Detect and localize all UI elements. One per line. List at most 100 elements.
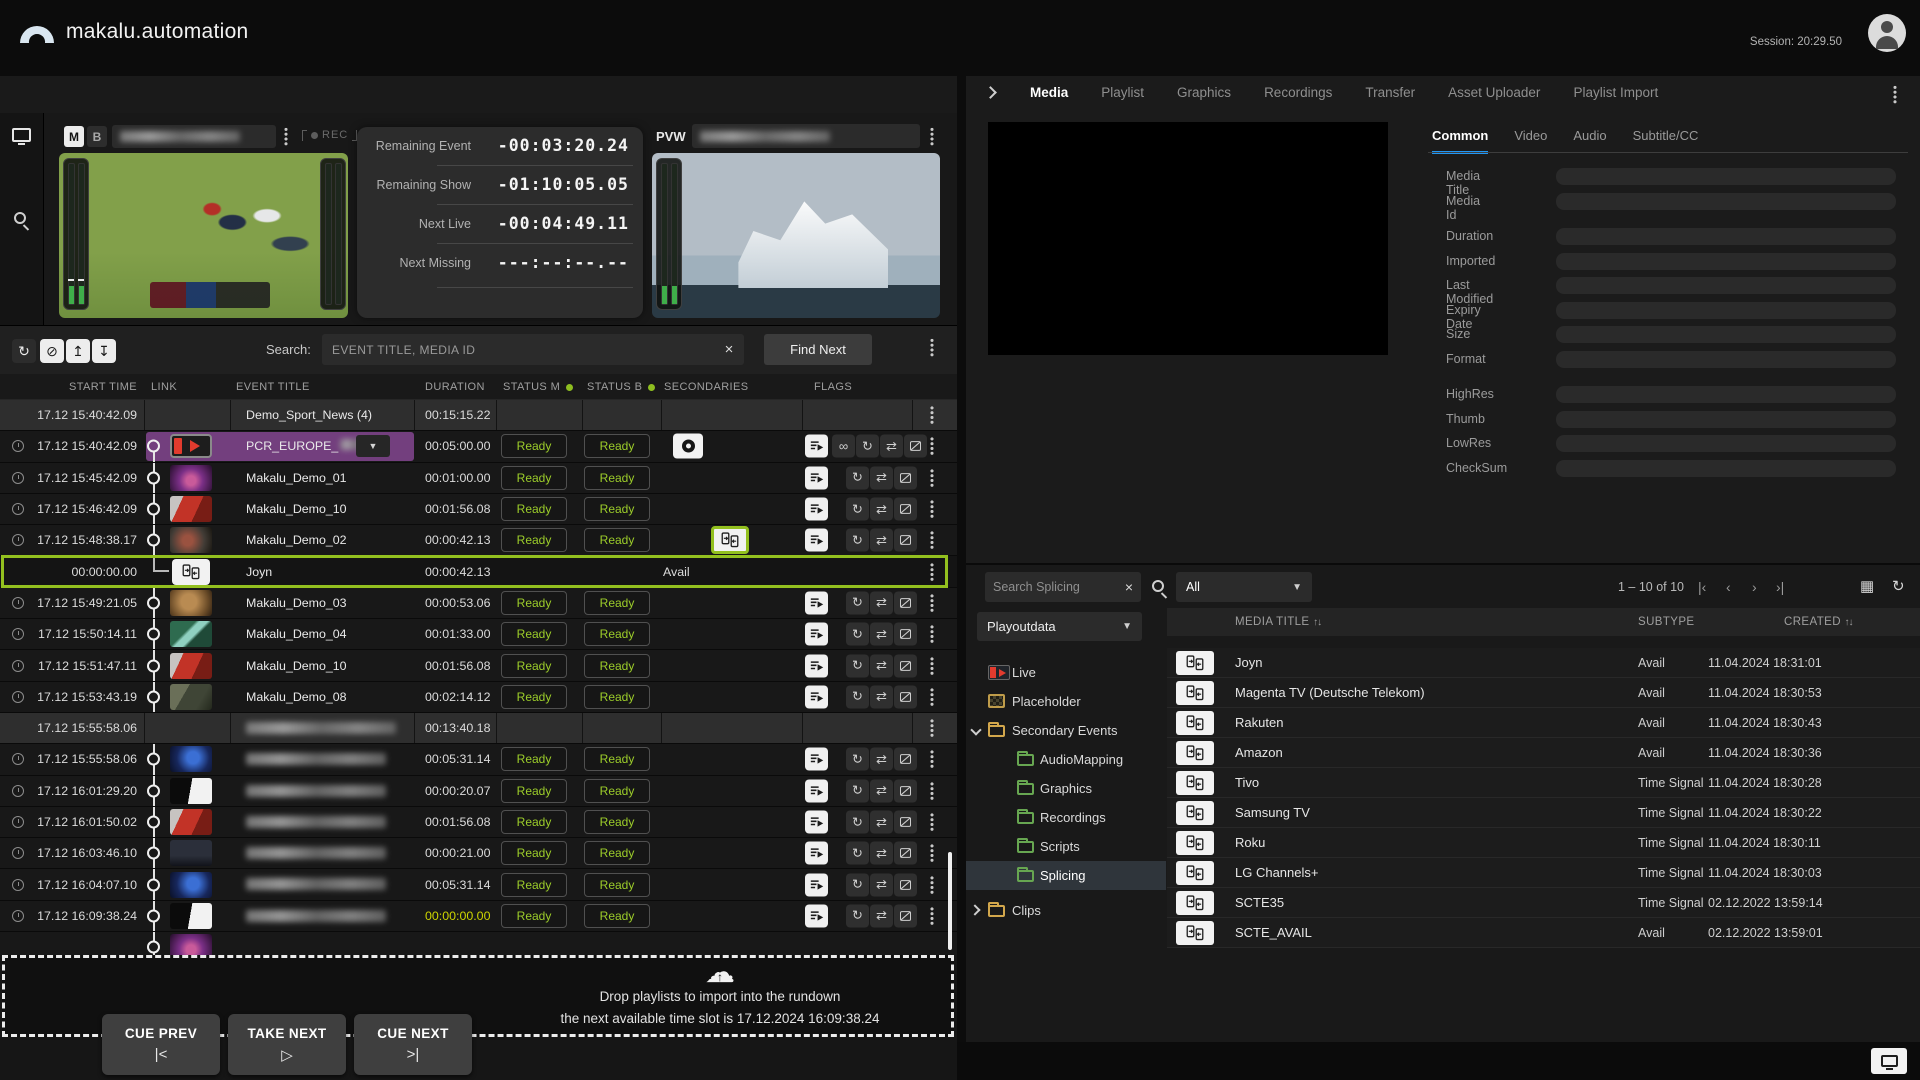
field-input-size[interactable]	[1556, 326, 1896, 343]
tree-item-splicing[interactable]: Splicing	[966, 861, 1166, 890]
tab-media[interactable]: Media	[1030, 85, 1068, 100]
search-view-icon[interactable]	[14, 212, 26, 224]
cue-prev-button[interactable]: CUE PREV |<	[102, 1014, 220, 1075]
playlist-flag-icon[interactable]	[805, 904, 828, 928]
chevron-down-icon[interactable]	[970, 724, 982, 736]
row-menu[interactable]	[930, 656, 934, 676]
media-row[interactable]: Amazon Avail 11.04.2024 18:30:36	[1167, 738, 1920, 768]
rundown-row[interactable]: 17.12 16:01:50.02 00:01:56.08 Ready Ready ↻ ⇄	[0, 806, 957, 839]
row-menu[interactable]	[930, 530, 934, 550]
loop-flag-icon[interactable]: ↻	[846, 591, 869, 615]
monitor-view-icon[interactable]	[12, 128, 31, 145]
tab-asset-uploader[interactable]: Asset Uploader	[1448, 85, 1540, 100]
clear-splicing-search-icon[interactable]: ×	[1117, 579, 1141, 595]
tab-playlist[interactable]: Playlist	[1101, 85, 1144, 100]
row-menu[interactable]	[930, 749, 934, 769]
row-menu[interactable]	[930, 718, 934, 738]
program-title-dropdown-redacted[interactable]	[112, 125, 276, 148]
tab-recordings[interactable]: Recordings	[1264, 85, 1332, 100]
splicing-search-input[interactable]	[985, 580, 1117, 594]
playlist-flag-icon[interactable]	[805, 466, 828, 490]
loop-flag-icon[interactable]: ↻	[846, 810, 869, 834]
rundown-row[interactable]: 17.12 15:48:38.17 Makalu_Demo_02 00:00:42.…	[0, 525, 957, 557]
metadata-tab-subtitle-cc[interactable]: Subtitle/CC	[1633, 128, 1699, 154]
loop-flag-icon[interactable]: ↻	[846, 622, 869, 646]
field-input-highres[interactable]	[1556, 386, 1896, 403]
swap-flag-icon[interactable]: ⇄	[880, 434, 903, 458]
cue-next-button[interactable]: CUE NEXT >|	[354, 1014, 472, 1075]
loop-flag-icon[interactable]: ↻	[846, 873, 869, 897]
tree-item-audiomapping[interactable]: AudioMapping	[966, 745, 1166, 774]
row-menu[interactable]	[930, 843, 934, 863]
sort-icon[interactable]: ↑↓	[1313, 617, 1322, 628]
field-input-last-modified[interactable]	[1556, 277, 1896, 294]
noimg-flag-icon[interactable]	[894, 904, 917, 928]
playlist-flag-icon[interactable]	[805, 747, 828, 771]
noimg-flag-icon[interactable]	[894, 873, 917, 897]
noimg-flag-icon[interactable]	[894, 810, 917, 834]
playlist-flag-icon[interactable]	[805, 497, 828, 521]
loop-flag-icon[interactable]: ↻	[846, 528, 869, 552]
row-menu[interactable]	[930, 781, 934, 801]
refresh-list-icon[interactable]: ↻	[1892, 577, 1905, 595]
next-page-icon[interactable]: ›	[1752, 579, 1757, 595]
loop-flag-icon[interactable]: ↻	[846, 747, 869, 771]
rundown-toolbar-menu[interactable]	[930, 338, 934, 357]
noimg-flag-icon[interactable]	[904, 434, 927, 458]
refresh-icon[interactable]: ↻	[12, 339, 36, 363]
user-avatar[interactable]	[1868, 14, 1906, 52]
subtype-filter-dropdown[interactable]: All ▼	[1176, 572, 1312, 602]
row-menu[interactable]	[930, 562, 934, 582]
noimg-flag-icon[interactable]	[894, 497, 917, 521]
row-menu[interactable]	[930, 436, 934, 456]
rundown-row[interactable]: 17.12 15:50:14.11 Makalu_Demo_04 00:01:33.…	[0, 619, 957, 651]
metadata-tab-audio[interactable]: Audio	[1573, 128, 1606, 154]
tree-item-live[interactable]: Live	[966, 658, 1166, 687]
grid-view-icon[interactable]: ▦	[1860, 577, 1874, 595]
playlist-flag-icon[interactable]	[805, 873, 828, 897]
media-row[interactable]: Roku Time Signal 11.04.2024 18:30:11	[1167, 828, 1920, 858]
tab-playlist-import[interactable]: Playlist Import	[1573, 85, 1658, 100]
field-input-imported[interactable]	[1556, 252, 1896, 270]
sort-icon[interactable]: ↑↓	[1845, 617, 1854, 628]
noimg-flag-icon[interactable]	[894, 685, 917, 709]
row-menu[interactable]	[930, 812, 934, 832]
noimg-flag-icon[interactable]	[894, 654, 917, 678]
rundown-row[interactable]: 17.12 15:53:43.19 Makalu_Demo_08 00:02:14.…	[0, 681, 957, 713]
tree-item-clips[interactable]: Clips	[966, 896, 1166, 925]
swap-flag-icon[interactable]: ⇄	[870, 497, 893, 521]
disable-autoscroll-icon[interactable]: ⊘	[40, 339, 64, 363]
tree-item-secondary-events[interactable]: Secondary Events	[966, 716, 1166, 745]
clear-search-icon[interactable]: ×	[714, 341, 744, 358]
swap-flag-icon[interactable]: ⇄	[870, 810, 893, 834]
rundown-secondary-row[interactable]: 00:00:00.00 Joyn 00:00:42.13 Avail	[0, 555, 957, 589]
field-input-lowres[interactable]	[1556, 435, 1896, 452]
media-row[interactable]: LG Channels+ Time Signal 11.04.2024 18:30:…	[1167, 858, 1920, 888]
swap-flag-icon[interactable]: ⇄	[870, 841, 893, 865]
metadata-tab-common[interactable]: Common	[1432, 128, 1489, 154]
field-input-media-title[interactable]	[1556, 168, 1896, 185]
search-icon[interactable]	[1152, 580, 1164, 592]
preview-title-dropdown-redacted[interactable]	[692, 124, 920, 148]
loop-flag-icon[interactable]: ↻	[846, 779, 869, 803]
rundown-row[interactable]: 17.12 15:45:42.09 Makalu_Demo_01 00:01:00.…	[0, 462, 957, 494]
media-row[interactable]: Rakuten Avail 11.04.2024 18:30:43	[1167, 708, 1920, 738]
main-channel-button[interactable]: M	[64, 126, 84, 147]
loop-flag-icon[interactable]: ↻	[846, 685, 869, 709]
row-menu[interactable]	[930, 687, 934, 707]
noimg-flag-icon[interactable]	[894, 466, 917, 490]
swap-flag-icon[interactable]: ⇄	[870, 654, 893, 678]
jump-to-onair-icon[interactable]: ↧	[92, 339, 116, 363]
swap-flag-icon[interactable]: ⇄	[870, 685, 893, 709]
swap-flag-icon[interactable]: ⇄	[870, 622, 893, 646]
first-page-icon[interactable]: |‹	[1698, 579, 1706, 595]
swap-flag-icon[interactable]: ⇄	[870, 747, 893, 771]
splice-secondary-icon-selected[interactable]	[711, 526, 749, 555]
playlist-flag-icon[interactable]	[805, 841, 828, 865]
swap-flag-icon[interactable]: ⇄	[870, 779, 893, 803]
backup-channel-button[interactable]: B	[87, 126, 107, 147]
playlist-flag-icon[interactable]	[805, 622, 828, 646]
swap-flag-icon[interactable]: ⇄	[870, 528, 893, 552]
row-menu[interactable]	[930, 593, 934, 613]
rundown-row[interactable]: 17.12 16:03:46.10 00:00:21.00 Ready Ready ↻ ⇄	[0, 838, 957, 870]
